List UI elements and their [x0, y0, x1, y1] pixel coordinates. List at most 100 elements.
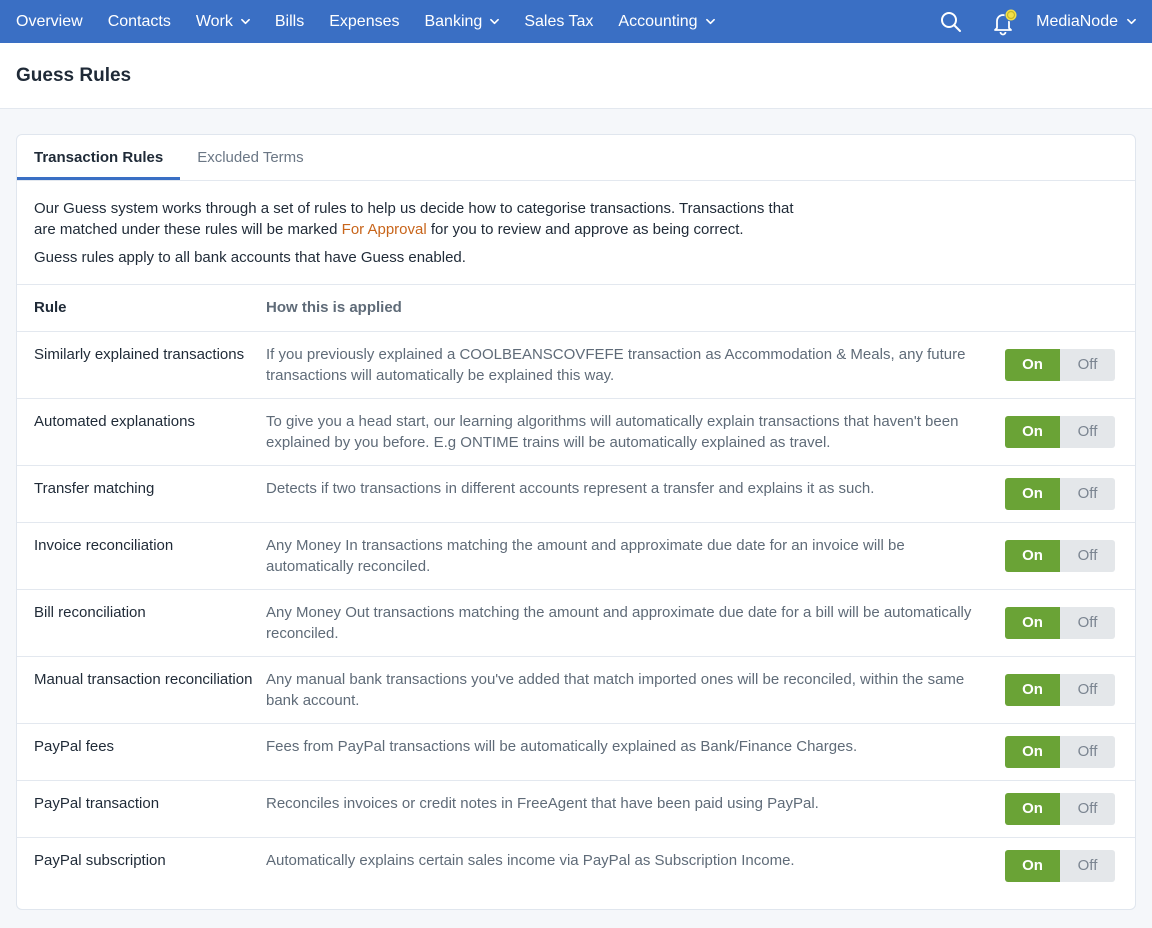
- nav-item-accounting[interactable]: Accounting: [618, 12, 715, 31]
- on-off-toggle[interactable]: On Off: [1005, 477, 1115, 510]
- nav-item-sales-tax[interactable]: Sales Tax: [524, 13, 593, 31]
- on-off-toggle[interactable]: On Off: [1005, 415, 1115, 448]
- rule-description: If you previously explained a COOLBEANSC…: [266, 331, 1003, 399]
- nav-item-work[interactable]: Work: [196, 13, 250, 31]
- toggle-on-button[interactable]: On: [1005, 348, 1060, 381]
- column-header-rule: Rule: [17, 285, 266, 332]
- rule-description: Any Money Out transactions matching the …: [266, 589, 1003, 657]
- rule-toggle-cell: On Off: [1003, 656, 1135, 724]
- on-off-toggle[interactable]: On Off: [1005, 348, 1115, 381]
- nav-item-label: Work: [195, 12, 233, 30]
- rule-name: Transfer matching: [17, 465, 266, 523]
- rule-toggle-cell: On Off: [1003, 589, 1135, 657]
- toggle-on-button[interactable]: On: [1005, 792, 1060, 825]
- rules-card: Transaction Rules Excluded Terms Our Gues…: [16, 134, 1136, 910]
- rule-name: Invoice reconciliation: [17, 522, 266, 590]
- tab-bar: Transaction Rules Excluded Terms: [17, 135, 1135, 181]
- rule-name: Similarly explained transactions: [17, 331, 266, 399]
- rule-toggle-cell: On Off: [1003, 331, 1135, 399]
- nav-item-label: Expenses: [329, 12, 400, 30]
- chevron-down-icon: [705, 18, 715, 25]
- on-off-toggle[interactable]: On Off: [1005, 735, 1115, 768]
- nav-item-overview[interactable]: Overview: [16, 13, 83, 31]
- chevron-down-icon: [240, 18, 250, 25]
- nav-item-expenses[interactable]: Expenses: [329, 13, 399, 31]
- toggle-on-button[interactable]: On: [1005, 606, 1060, 639]
- rule-name: Automated explanations: [17, 398, 266, 466]
- rule-toggle-cell: On Off: [1003, 398, 1135, 466]
- toggle-off-button[interactable]: Off: [1060, 415, 1115, 448]
- rules-table: Rule How this is applied Similarly expla…: [17, 285, 1135, 894]
- rule-toggle-cell: On Off: [1003, 522, 1135, 590]
- table-row: Transfer matching Detects if two transact…: [17, 465, 1135, 523]
- page-header: Guess Rules: [0, 43, 1152, 109]
- intro-text-part: for you to review and approve as being c…: [426, 221, 744, 238]
- chevron-down-icon: [1127, 18, 1136, 25]
- top-navigation: Overview Contacts Work Bills Expenses Banking…: [0, 0, 1152, 43]
- table-row: Manual transaction reconciliation Any man…: [17, 656, 1135, 724]
- table-row: PayPal transaction Reconciles invoices or…: [17, 780, 1135, 838]
- tab-transaction-rules[interactable]: Transaction Rules: [17, 135, 181, 180]
- nav-item-label: Sales Tax: [524, 12, 594, 30]
- table-row: Similarly explained transactions If you p…: [17, 331, 1135, 399]
- toggle-off-button[interactable]: Off: [1060, 606, 1115, 639]
- table-row: Invoice reconciliation Any Money In trans…: [17, 522, 1135, 590]
- bell-icon[interactable]: [990, 8, 1020, 36]
- toggle-on-button[interactable]: On: [1005, 539, 1060, 572]
- table-row: PayPal fees Fees from PayPal transactions…: [17, 723, 1135, 781]
- nav-item-label: Banking: [424, 12, 483, 30]
- nav-item-contacts[interactable]: Contacts: [108, 13, 171, 31]
- toggle-off-button[interactable]: Off: [1060, 792, 1115, 825]
- intro-text: Our Guess system works through a set of …: [17, 181, 1135, 285]
- rule-toggle-cell: On Off: [1003, 465, 1135, 523]
- rule-description: Any Money In transactions matching the a…: [266, 522, 1003, 590]
- on-off-toggle[interactable]: On Off: [1005, 539, 1115, 572]
- toggle-off-button[interactable]: Off: [1060, 735, 1115, 768]
- table-row: PayPal subscription Automatically explain…: [17, 837, 1135, 894]
- intro-paragraph: Our Guess system works through a set of …: [34, 198, 804, 240]
- rule-name: PayPal transaction: [17, 780, 266, 838]
- toggle-on-button[interactable]: On: [1005, 849, 1060, 882]
- column-header-toggle: [1003, 285, 1135, 332]
- on-off-toggle[interactable]: On Off: [1005, 849, 1115, 882]
- rule-description: Automatically explains certain sales inc…: [266, 851, 795, 869]
- nav-menu: Overview Contacts Work Bills Expenses Banking…: [16, 13, 740, 31]
- account-menu[interactable]: MediaNode: [1036, 13, 1136, 31]
- rule-name: PayPal subscription: [34, 851, 166, 869]
- toggle-on-button[interactable]: On: [1005, 735, 1060, 768]
- for-approval-highlight: For Approval: [341, 221, 427, 238]
- table-row: Bill reconciliation Any Money Out transac…: [17, 589, 1135, 657]
- intro-note: Guess rules apply to all bank accounts t…: [34, 249, 466, 266]
- rule-description: Any manual bank transactions you've adde…: [266, 656, 1003, 724]
- search-icon[interactable]: [940, 11, 962, 33]
- page-title: Guess Rules: [16, 64, 132, 86]
- table-row: Automated explanations To give you a head…: [17, 398, 1135, 466]
- chevron-down-icon: [490, 18, 500, 25]
- tab-excluded-terms[interactable]: Excluded Terms: [180, 135, 320, 180]
- nav-item-bills[interactable]: Bills: [275, 13, 304, 31]
- toggle-off-button[interactable]: Off: [1060, 477, 1115, 510]
- on-off-toggle[interactable]: On Off: [1005, 606, 1115, 639]
- toggle-on-button[interactable]: On: [1005, 673, 1060, 706]
- toggle-off-button[interactable]: Off: [1060, 348, 1115, 381]
- toggle-on-button[interactable]: On: [1005, 477, 1060, 510]
- rule-description: Detects if two transactions in different…: [266, 465, 1003, 523]
- rule-name: Manual transaction reconciliation: [17, 656, 266, 724]
- toggle-off-button[interactable]: Off: [1060, 539, 1115, 572]
- nav-item-label: Overview: [16, 12, 83, 30]
- rule-toggle-cell: On Off: [1003, 780, 1135, 838]
- rule-name: PayPal fees: [17, 723, 266, 781]
- rule-description: Fees from PayPal transactions will be au…: [266, 723, 1003, 781]
- on-off-toggle[interactable]: On Off: [1005, 792, 1115, 825]
- toggle-on-button[interactable]: On: [1005, 415, 1060, 448]
- rule-toggle-cell: On Off: [1003, 723, 1135, 781]
- nav-item-banking[interactable]: Banking: [424, 12, 500, 31]
- nav-right: MediaNode: [940, 8, 1136, 36]
- account-name: MediaNode: [1036, 12, 1118, 30]
- toggle-off-button[interactable]: Off: [1060, 849, 1115, 882]
- on-off-toggle[interactable]: On Off: [1005, 673, 1115, 706]
- rule-name: Bill reconciliation: [17, 589, 266, 657]
- rule-toggle-cell: On Off: [1003, 837, 1135, 894]
- nav-item-label: Accounting: [618, 12, 698, 30]
- toggle-off-button[interactable]: Off: [1060, 673, 1115, 706]
